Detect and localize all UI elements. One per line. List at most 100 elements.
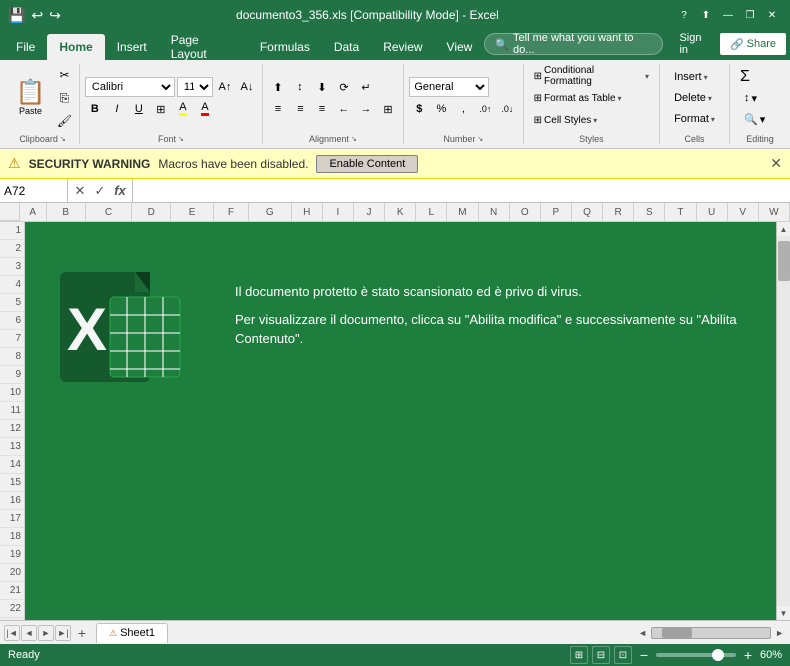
comma-btn[interactable]: , [453,99,473,119]
zoom-plus-btn[interactable]: + [740,647,756,663]
align-middle-btn[interactable]: ↕ [290,77,310,97]
row-num-2[interactable]: 2 [0,240,24,258]
sheet-nav-next-btn[interactable]: ► [38,625,54,641]
row-num-11[interactable]: 11 [0,402,24,420]
cell-reference-box[interactable]: A72 [0,179,68,202]
row-num-4[interactable]: 4 [0,276,24,294]
zoom-minus-btn[interactable]: − [636,647,652,663]
underline-button[interactable]: U [129,99,149,119]
col-header-K[interactable]: K [385,203,416,221]
col-header-G[interactable]: G [249,203,292,221]
row-num-20[interactable]: 20 [0,564,24,582]
row-num-15[interactable]: 15 [0,474,24,492]
number-expand-icon[interactable]: ↘ [477,135,483,143]
sort-filter-btn[interactable]: ↕ ▾ [740,88,780,108]
row-num-21[interactable]: 21 [0,582,24,600]
row-num-17[interactable]: 17 [0,510,24,528]
font-size-select[interactable]: 11 [177,77,213,97]
row-num-14[interactable]: 14 [0,456,24,474]
close-security-bar-btn[interactable]: ✕ [770,155,782,172]
enable-content-button[interactable]: Enable Content [316,155,418,173]
page-break-view-btn[interactable]: ⊡ [614,646,632,664]
sheet-nav-prev-btn[interactable]: ◄ [21,625,37,641]
row-num-1[interactable]: 1 [0,222,24,240]
row-num-12[interactable]: 12 [0,420,24,438]
decrease-font-btn[interactable]: A↓ [237,77,257,97]
number-format-select[interactable]: General [409,77,489,97]
tab-view[interactable]: View [435,34,485,60]
clipboard-expand-icon[interactable]: ↘ [60,135,66,143]
paste-button[interactable]: 📋 Paste [10,77,52,120]
row-num-7[interactable]: 7 [0,330,24,348]
col-header-H[interactable]: H [292,203,323,221]
undo-btn[interactable]: ↩ [31,7,43,24]
sign-in-button[interactable]: Sign in [671,32,720,56]
row-num-18[interactable]: 18 [0,528,24,546]
cut-button[interactable]: ✂ [53,64,75,86]
col-header-M[interactable]: M [447,203,478,221]
tab-file[interactable]: File [4,34,47,60]
vertical-scrollbar[interactable]: ▲ ▼ [776,222,790,620]
conditional-formatting-btn[interactable]: ⊞ Conditional Formatting ▾ [530,66,653,86]
font-color-button[interactable]: A [195,99,215,119]
scroll-thumb[interactable] [778,241,790,281]
col-header-O[interactable]: O [510,203,541,221]
align-center-btn[interactable]: ≡ [290,99,310,119]
align-bottom-btn[interactable]: ⬇ [312,77,332,97]
col-header-L[interactable]: L [416,203,447,221]
redo-btn[interactable]: ↪ [49,7,61,24]
tell-me-input[interactable]: 🔍 Tell me what you want to do... [484,33,663,55]
h-scroll-thumb[interactable] [662,628,692,638]
save-icon[interactable]: 💾 [8,7,25,24]
font-expand-icon[interactable]: ↘ [178,135,184,143]
spreadsheet-content[interactable]: X Il documento protetto è stato scansion… [25,222,776,620]
col-header-F[interactable]: F [214,203,249,221]
orientation-btn[interactable]: ⟳ [334,77,354,97]
row-num-13[interactable]: 13 [0,438,24,456]
row-num-9[interactable]: 9 [0,366,24,384]
row-num-16[interactable]: 16 [0,492,24,510]
autosum-btn[interactable]: Σ [740,67,780,87]
col-header-T[interactable]: T [665,203,696,221]
tab-formulas[interactable]: Formulas [248,34,322,60]
increase-font-btn[interactable]: A↑ [215,77,235,97]
insert-cells-btn[interactable]: Insert ▾ [670,67,719,87]
col-header-I[interactable]: I [323,203,354,221]
row-num-22[interactable]: 22 [0,600,24,618]
col-header-W[interactable]: W [759,203,790,221]
format-cells-btn[interactable]: Format ▾ [670,109,719,129]
row-num-23[interactable]: 23 [0,618,24,620]
alignment-expand-icon[interactable]: ↘ [351,135,357,143]
italic-button[interactable]: I [107,99,127,119]
col-header-D[interactable]: D [132,203,171,221]
col-header-V[interactable]: V [728,203,759,221]
formula-input[interactable] [133,179,790,202]
sheet-nav-last-btn[interactable]: ►| [55,625,71,641]
copy-button[interactable]: ⎘ [53,87,75,109]
fill-color-button[interactable]: A [173,99,193,119]
align-left-btn[interactable]: ≡ [268,99,288,119]
insert-function-btn[interactable]: fx [112,183,128,199]
row-num-10[interactable]: 10 [0,384,24,402]
dollar-btn[interactable]: $ [409,99,429,119]
format-as-table-btn[interactable]: ⊞ Format as Table ▾ [530,88,653,108]
indent-right-btn[interactable]: → [356,99,376,119]
format-painter-button[interactable]: 🖌 [53,110,75,132]
increase-decimal-btn[interactable]: .0↑ [475,99,495,119]
col-header-C[interactable]: C [86,203,133,221]
normal-view-btn[interactable]: ⊞ [570,646,588,664]
sheet-tab-sheet1[interactable]: ⚠ Sheet1 [96,623,168,643]
tab-page-layout[interactable]: Page Layout [159,34,248,60]
row-num-19[interactable]: 19 [0,546,24,564]
indent-left-btn[interactable]: ← [334,99,354,119]
h-scroll-right-btn[interactable]: ► [773,628,786,638]
find-select-btn[interactable]: 🔍 ▾ [740,109,780,129]
row-num-5[interactable]: 5 [0,294,24,312]
col-header-A[interactable]: A [20,203,47,221]
merge-center-btn[interactable]: ⊞ [378,99,398,119]
col-header-N[interactable]: N [479,203,510,221]
border-button[interactable]: ⊞ [151,99,171,119]
zoom-slider[interactable] [656,653,736,657]
close-btn[interactable]: ✕ [762,5,782,25]
cancel-formula-btn[interactable]: ✕ [72,183,88,199]
